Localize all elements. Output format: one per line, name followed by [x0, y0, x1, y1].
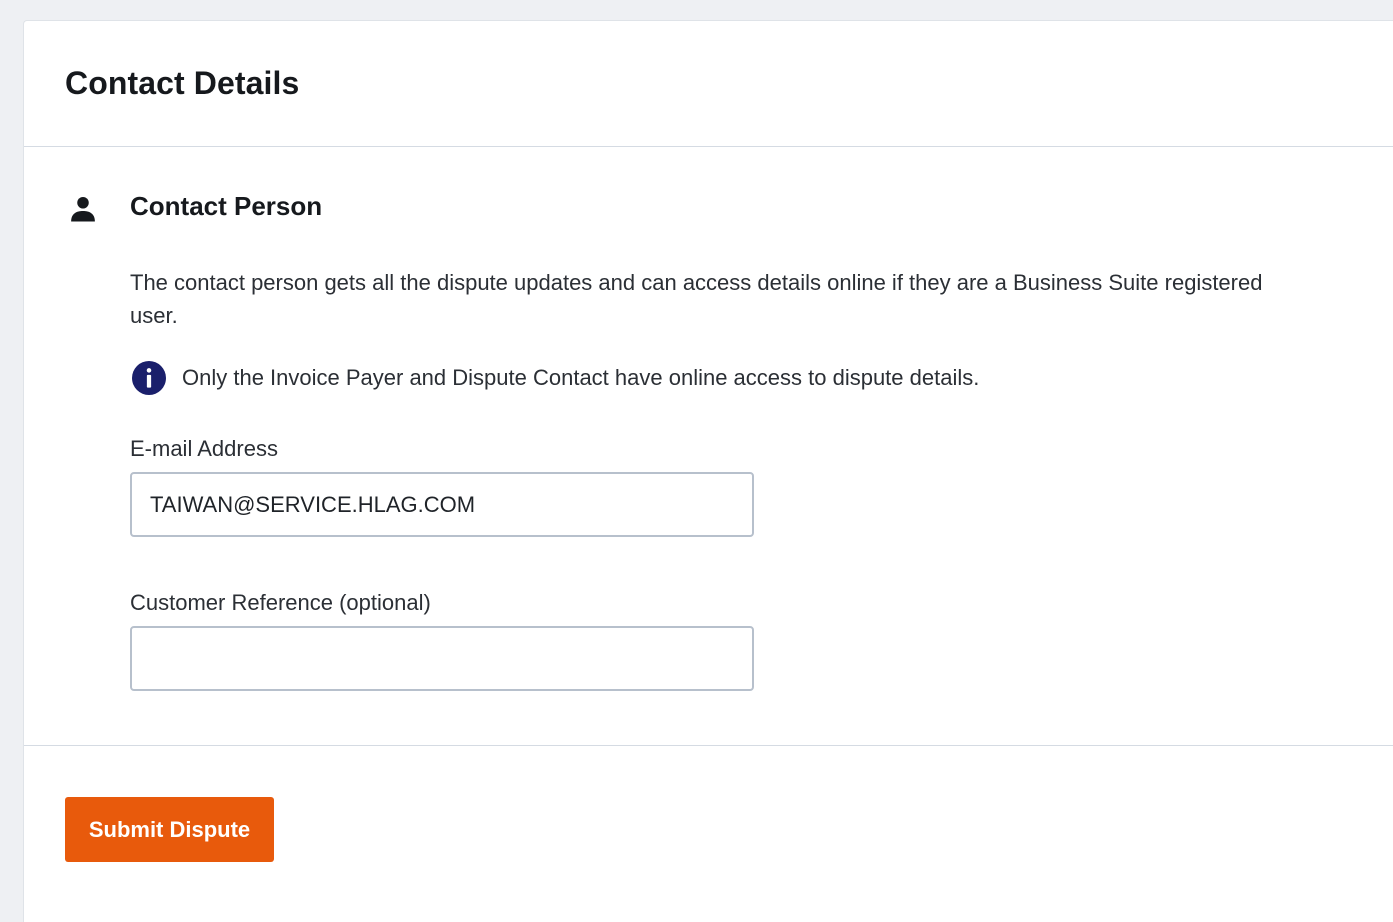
- customer-reference-input[interactable]: [130, 626, 754, 691]
- person-icon: [71, 197, 95, 222]
- card-header: Contact Details: [24, 21, 1393, 147]
- info-icon: [132, 361, 166, 395]
- customer-reference-label: Customer Reference (optional): [130, 590, 431, 615]
- email-field[interactable]: [130, 472, 754, 537]
- contact-details-card: Contact Details Contact Person The conta…: [23, 20, 1393, 922]
- info-text: Only the Invoice Payer and Dispute Conta…: [182, 365, 980, 390]
- submit-dispute-button[interactable]: Submit Dispute: [65, 797, 274, 862]
- page-title: Contact Details: [65, 65, 300, 101]
- email-label: E-mail Address: [130, 436, 278, 461]
- info-notice: Only the Invoice Payer and Dispute Conta…: [132, 361, 979, 395]
- contact-person-section: Contact Person The contact person gets a…: [24, 147, 1393, 746]
- contact-person-description: The contact person gets all the dispute …: [130, 270, 1263, 328]
- section-title: Contact Person: [130, 191, 323, 221]
- card-footer: Submit Dispute: [24, 746, 1393, 922]
